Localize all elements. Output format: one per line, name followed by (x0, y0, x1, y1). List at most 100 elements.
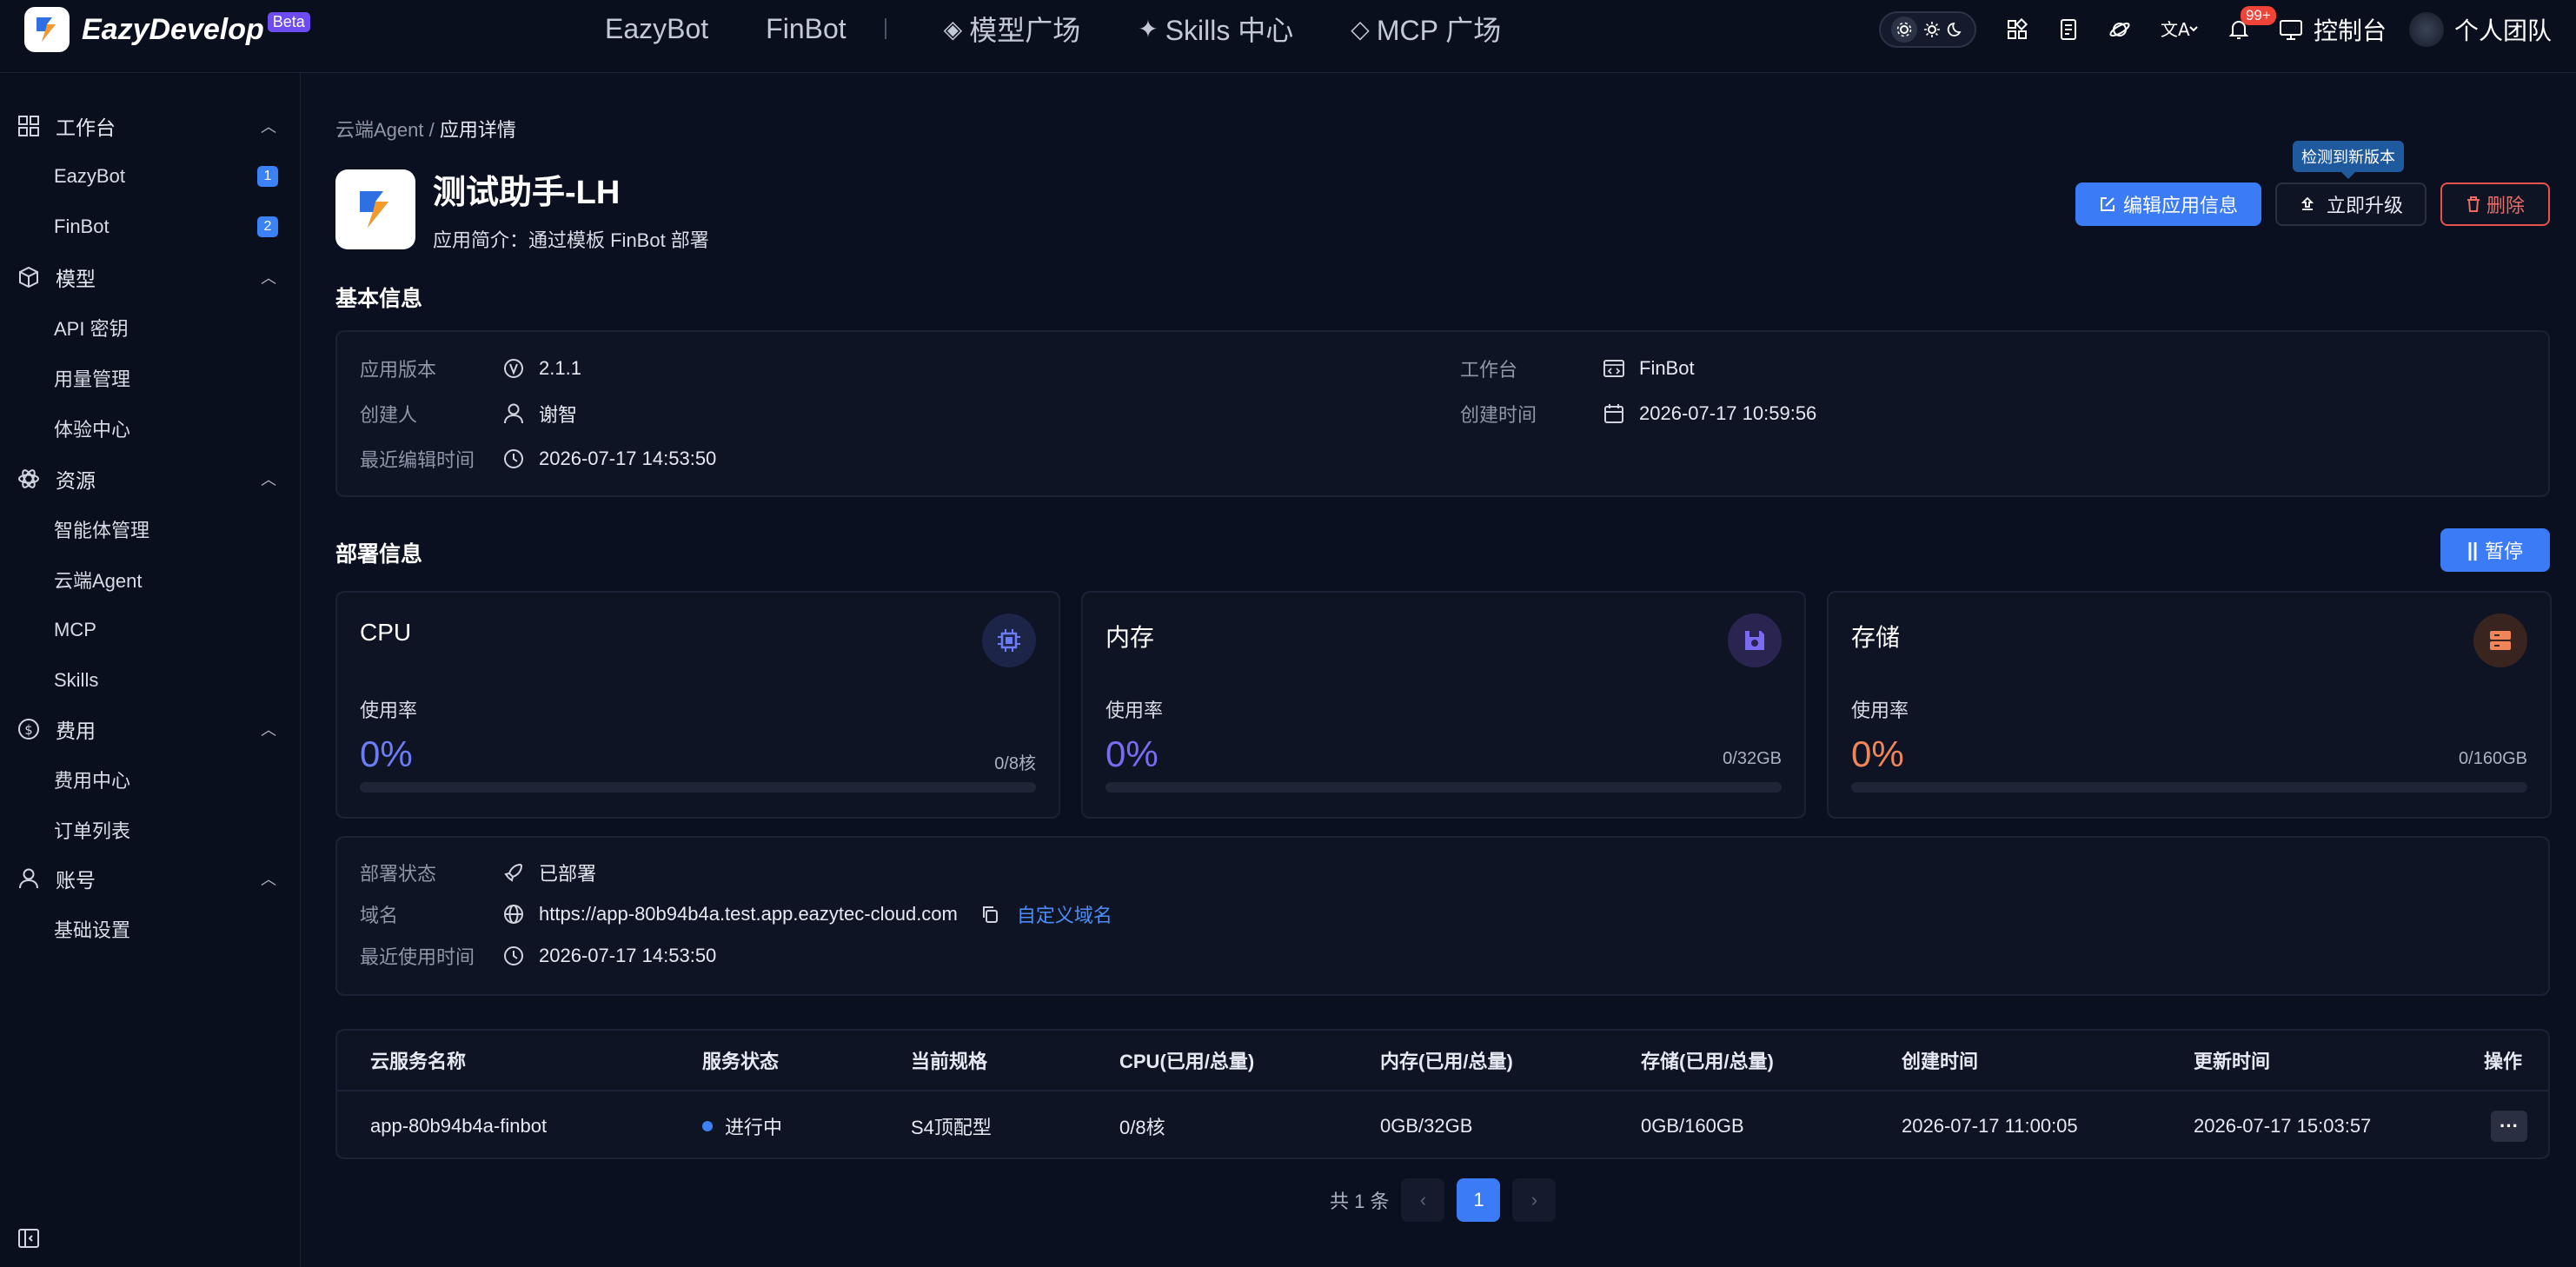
app-version-row: 应用版本 2.1.1 (360, 355, 581, 382)
nav-mcp-square[interactable]: ◇ MCP 广场 (1351, 9, 1501, 49)
sidebar-item-experience[interactable]: 体验中心 (0, 403, 301, 454)
field-label: 创建时间 (1460, 404, 1537, 426)
sidebar-group-header[interactable]: $ 费用 ︿ (0, 704, 301, 754)
version-icon (504, 359, 523, 378)
svg-text:文A: 文A (2161, 19, 2190, 40)
domain-value[interactable]: https://app-80b94b4a.test.app.eazytec-cl… (539, 903, 958, 925)
edit-app-button[interactable]: 编辑应用信息 (2075, 182, 2261, 226)
sidebar-item-skills[interactable]: Skills (0, 655, 301, 706)
usage-bar (360, 782, 1036, 793)
service-name-cell: app-80b94b4a-finbot (370, 1115, 548, 1137)
cube-icon (19, 266, 38, 289)
more-actions-button[interactable]: ··· (2491, 1111, 2527, 1142)
dollar-icon: $ (18, 719, 39, 740)
metric-title: CPU (360, 619, 412, 646)
system-theme-icon[interactable] (1890, 17, 1917, 43)
column-header: 更新时间 (2194, 1051, 2271, 1072)
metric-percent: 0% (360, 733, 413, 774)
nav-finbot[interactable]: FinBot (766, 13, 846, 45)
service-status-cell: 进行中 (702, 1093, 782, 1159)
sidebar-item-mcp[interactable]: MCP (0, 605, 301, 655)
clock-icon (504, 449, 523, 468)
upgrade-button[interactable]: 立即升级 (2275, 182, 2427, 226)
app-logo-icon (335, 169, 415, 249)
sidebar-group-model: 模型 ︿ API 密钥 用量管理 体验中心 (0, 252, 301, 454)
brand[interactable]: EazyDevelop Beta (24, 7, 310, 52)
sidebar-item-eazybot[interactable]: EazyBot 1 (0, 151, 301, 202)
sidebar-item-api-key[interactable]: API 密钥 (0, 302, 301, 353)
sidebar-group-label: 资源 (56, 469, 96, 492)
column-header: 存储(已用/总量) (1641, 1051, 1774, 1072)
pause-label-text: 暂停 (2485, 541, 2524, 562)
nav-label: 模型广场 (969, 15, 1081, 46)
notification-badge: 99+ (2240, 6, 2276, 25)
sidebar-group-header[interactable]: 工作台 ︿ (0, 101, 301, 151)
nav-skills-center[interactable]: ✦ Skills 中心 (1138, 9, 1293, 49)
cpu-cell: 0/8核 (1119, 1117, 1165, 1138)
field-label: 部署状态 (360, 863, 437, 885)
sidebar-item-usage[interactable]: 用量管理 (0, 353, 301, 403)
metric-label: 使用率 (360, 700, 418, 721)
pause-button[interactable]: || 部署信息 暂停 (2440, 528, 2550, 572)
toolbar: 文A 99+ 控制台 个人团队 (1878, 6, 2552, 49)
storage-icon (2473, 614, 2527, 667)
field-label: 最近编辑时间 (360, 449, 475, 471)
pause-icon: || (2466, 539, 2479, 561)
sidebar-group-header[interactable]: 模型 ︿ (0, 252, 301, 302)
upgrade-label: 立即升级 (2326, 195, 2403, 216)
bell-icon[interactable]: 99+ (2228, 6, 2276, 41)
metric-title: 存储 (1851, 624, 1901, 651)
table-header: 云服务名称 服务状态 当前规格 CPU(已用/总量) 内存(已用/总量) 存储(… (337, 1031, 2548, 1091)
moon-icon[interactable] (1947, 21, 1964, 38)
pagination: 共 1 条 ‹ 1 › (1330, 1178, 1557, 1222)
collapse-sidebar-icon[interactable] (17, 1227, 40, 1250)
metric-capacity: 0/160GB (2459, 749, 2527, 768)
metric-percent: 0% (1851, 733, 1904, 774)
chevron-up-icon: ︿ (261, 721, 276, 739)
breadcrumb-parent[interactable]: 云端Agent (335, 119, 424, 141)
storage-cell: 0GB/160GB (1641, 1115, 1744, 1137)
chevron-up-icon: ︿ (261, 871, 276, 888)
theme-switcher[interactable] (1878, 11, 1976, 48)
delete-button[interactable]: 删除 (2440, 182, 2550, 226)
sidebar-item-label: 费用中心 (54, 770, 131, 792)
prev-page-button[interactable]: ‹ (1401, 1178, 1445, 1222)
sidebar-item-cloud-agent[interactable]: 云端Agent (0, 554, 301, 605)
sidebar-item-fee-center[interactable]: 费用中心 (0, 754, 301, 805)
avatar[interactable] (2408, 12, 2444, 47)
pagination-total: 共 1 条 (1330, 1191, 1390, 1212)
brand-logo-icon (24, 7, 70, 52)
sidebar-item-agent-manage[interactable]: 智能体管理 (0, 504, 301, 554)
sidebar-item-order-list[interactable]: 订单列表 (0, 805, 301, 855)
sidebar-item-basic-settings[interactable]: 基础设置 (0, 904, 301, 954)
copy-icon[interactable] (980, 905, 999, 924)
translate-icon[interactable]: 文A (2161, 18, 2199, 41)
sidebar-item-finbot[interactable]: FinBot 2 (0, 202, 301, 252)
creator-value: 谢智 (539, 404, 578, 426)
sidebar-group-header[interactable]: 账号 ︿ (0, 853, 301, 904)
actions-cell: ··· (2491, 1093, 2527, 1159)
apps-icon[interactable] (2006, 18, 2028, 41)
sidebar-group-label: 账号 (56, 869, 96, 892)
next-page-button[interactable]: › (1512, 1178, 1557, 1222)
created-time-row: 创建时间 2026-07-17 10:59:56 (1460, 400, 1816, 428)
cpu-icon (982, 614, 1036, 667)
status-dot (702, 1121, 713, 1131)
planet-icon[interactable] (2108, 18, 2131, 41)
deploy-info-title: 部署信息 (335, 542, 423, 567)
console-link[interactable]: 控制台 (2279, 12, 2387, 47)
nav-model-square[interactable]: ◈ 模型广场 (944, 9, 1081, 49)
sun-icon[interactable] (1923, 21, 1941, 38)
nav-eazybot[interactable]: EazyBot (605, 13, 708, 45)
document-icon[interactable] (2058, 18, 2079, 41)
metric-capacity: 0/32GB (1723, 749, 1782, 768)
custom-domain-link[interactable]: 自定义域名 (1017, 900, 1112, 928)
team-label[interactable]: 个人团队 (2454, 12, 2552, 47)
page-button[interactable]: 1 (1457, 1178, 1501, 1222)
brand-name: EazyDevelop (82, 12, 264, 46)
sidebar-item-label: 云端Agent (54, 570, 143, 592)
app-header: 测试助手-LH 应用简介：通过模板 FinBot 部署 (335, 165, 709, 253)
sidebar-group-header[interactable]: 资源 ︿ (0, 454, 301, 504)
upgrade-tooltip: 检测到新版本 (2293, 141, 2404, 179)
sidebar-item-label: 体验中心 (54, 419, 131, 441)
